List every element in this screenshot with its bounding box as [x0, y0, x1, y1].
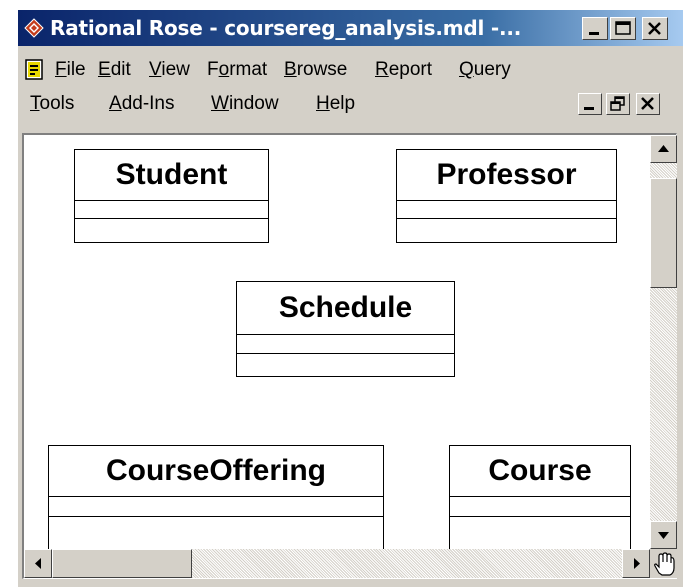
maximize-button[interactable] — [610, 17, 636, 40]
menu-report-accel: R — [375, 59, 389, 80]
class-box-courseoffering[interactable]: CourseOffering — [48, 445, 384, 549]
restore-icon — [610, 96, 625, 111]
operations-compartment — [49, 517, 383, 549]
operations-compartment — [237, 354, 454, 376]
menu-tools[interactable]: Tools — [30, 93, 74, 115]
vertical-scrollbar[interactable] — [650, 135, 677, 549]
menu-edit[interactable]: Edit — [98, 59, 131, 81]
menu-query-label: uery — [473, 59, 511, 80]
menu-window-label: indow — [228, 93, 279, 114]
menu-query-accel: Q — [459, 59, 474, 80]
minimize-button[interactable] — [582, 17, 608, 40]
horizontal-scrollbar[interactable] — [24, 549, 650, 578]
scroll-down-arrow-icon — [658, 532, 669, 539]
diagram-window: Student Professor Schedule CourseOfferin… — [22, 133, 677, 579]
menu-view[interactable]: View — [149, 59, 190, 81]
operations-compartment — [450, 517, 630, 549]
horizontal-scroll-thumb[interactable] — [52, 549, 192, 578]
class-name: Course — [450, 446, 630, 497]
class-box-schedule[interactable]: Schedule — [236, 281, 455, 377]
scrollbar-corner — [650, 549, 677, 578]
close-icon — [641, 97, 654, 110]
menu-tools-label: ools — [39, 93, 75, 114]
menu-browse-accel: B — [284, 59, 297, 80]
menu-bar: File Edit View Format Browse Report Quer… — [18, 54, 683, 86]
menu-format-accel: o — [218, 59, 230, 80]
class-name: Professor — [397, 150, 616, 201]
operations-compartment — [75, 219, 268, 241]
minimize-icon — [589, 32, 599, 35]
scroll-left-arrow-icon — [35, 558, 41, 569]
class-name: Student — [75, 150, 268, 201]
class-diagram-canvas[interactable]: Student Professor Schedule CourseOfferin… — [24, 135, 650, 549]
rational-rose-app-icon — [24, 18, 44, 38]
menu-format-pre: F — [207, 59, 219, 80]
menu-edit-label: dit — [110, 59, 131, 80]
attributes-compartment — [237, 335, 454, 354]
scroll-down-button[interactable] — [650, 521, 677, 549]
menu-add-ins[interactable]: Add-Ins — [109, 93, 175, 115]
menu-view-label: iew — [161, 59, 190, 80]
document-restore-button[interactable] — [606, 93, 630, 115]
menu-browse[interactable]: Browse — [284, 59, 347, 81]
menu-report[interactable]: Report — [375, 59, 432, 81]
operations-compartment — [397, 219, 616, 241]
menu-add-ins-accel: A — [109, 93, 122, 114]
maximize-icon — [615, 21, 631, 35]
minimize-icon — [584, 107, 594, 110]
menu-edit-accel: E — [98, 59, 111, 80]
attributes-compartment — [49, 497, 383, 517]
menu-format[interactable]: Format — [207, 59, 267, 81]
close-icon — [648, 22, 661, 35]
menu-view-accel: V — [149, 59, 162, 80]
attributes-compartment — [397, 201, 616, 219]
menu-help-label: elp — [329, 93, 356, 114]
scroll-right-arrow-icon — [634, 558, 640, 569]
document-icon[interactable] — [24, 59, 46, 81]
menu-file[interactable]: File — [55, 59, 86, 81]
window-title: Rational Rose - coursereg_analysis.mdl -… — [50, 16, 522, 40]
class-box-professor[interactable]: Professor — [396, 149, 617, 243]
menu-file-accel: F — [55, 59, 67, 80]
scroll-up-button[interactable] — [650, 135, 677, 163]
scroll-up-arrow-icon — [658, 145, 669, 152]
vertical-scroll-thumb[interactable] — [650, 178, 677, 288]
menu-bar-row-2: Tools Add-Ins Window Help — [18, 88, 683, 120]
scroll-right-button[interactable] — [622, 549, 650, 578]
menu-help[interactable]: Help — [316, 93, 355, 115]
class-name: Schedule — [237, 282, 454, 335]
menu-add-ins-label: dd-Ins — [121, 93, 175, 114]
class-name: CourseOffering — [49, 446, 383, 497]
menu-help-accel: H — [316, 93, 330, 114]
menu-file-label: ile — [66, 59, 86, 80]
document-minimize-button[interactable] — [578, 93, 602, 115]
menu-format-label: rmat — [229, 59, 268, 80]
menu-window-accel: W — [211, 93, 229, 114]
title-bar[interactable]: Rational Rose - coursereg_analysis.mdl -… — [18, 10, 683, 46]
document-close-button[interactable] — [636, 93, 660, 115]
menu-query[interactable]: Query — [459, 59, 511, 81]
attributes-compartment — [75, 201, 268, 219]
scroll-left-button[interactable] — [24, 549, 52, 578]
menu-report-label: eport — [388, 59, 433, 80]
menu-browse-label: rowse — [296, 59, 348, 80]
hand-cursor-icon — [654, 552, 675, 576]
attributes-compartment — [450, 497, 630, 517]
class-box-student[interactable]: Student — [74, 149, 269, 243]
menu-tools-accel: T — [30, 93, 40, 114]
application-window: Rational Rose - coursereg_analysis.mdl -… — [18, 10, 683, 587]
menu-window[interactable]: Window — [211, 93, 279, 115]
close-button[interactable] — [642, 17, 668, 40]
class-box-course[interactable]: Course — [449, 445, 631, 549]
